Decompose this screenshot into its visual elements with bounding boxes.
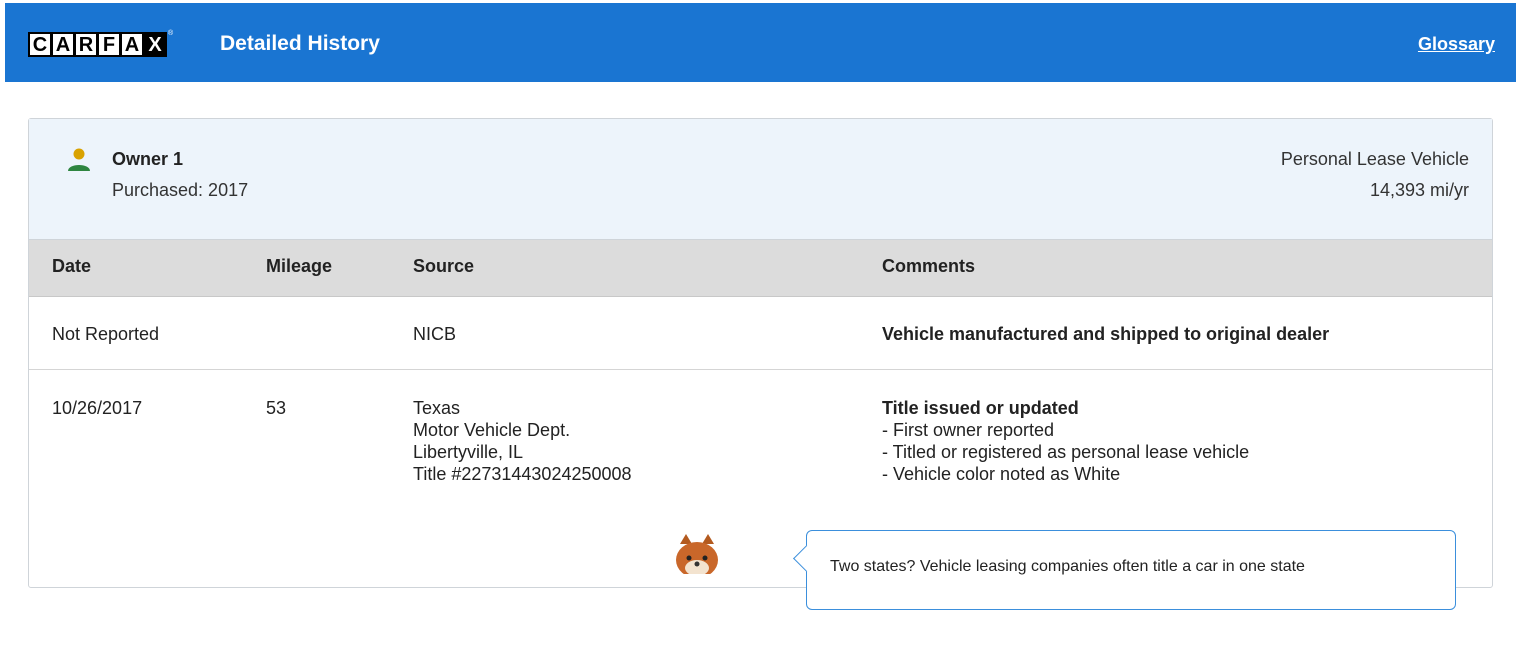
- source-line: Libertyville, IL: [413, 442, 524, 462]
- column-header-source: Source: [413, 256, 475, 276]
- glossary-link[interactable]: Glossary: [1418, 34, 1495, 55]
- column-header-comments: Comments: [882, 256, 976, 276]
- column-header-mileage: Mileage: [266, 256, 333, 276]
- history-card: Owner 1 Purchased: 2017 Personal Lease V…: [28, 118, 1493, 588]
- carfax-logo: C A R F A X ®: [28, 30, 174, 57]
- source-line: Texas: [413, 398, 461, 418]
- source-line: Motor Vehicle Dept.: [413, 420, 571, 440]
- row-date: 10/26/2017: [52, 398, 143, 418]
- logo-letter-c: C: [28, 32, 52, 57]
- source-line: Title #22731443024250008: [413, 464, 632, 484]
- logo-letter-a2: A: [120, 32, 144, 57]
- table-header: Date Mileage Source Comments: [29, 240, 1492, 297]
- fox-mascot: [676, 534, 718, 574]
- header-bar: C A R F A X ® Detailed History Glossary: [5, 3, 1516, 82]
- person-icon: [68, 148, 90, 171]
- comment-item: - Vehicle color noted as White: [882, 464, 1121, 484]
- table-row: 10/26/2017 53 Texas Motor Vehicle Dept. …: [29, 370, 1492, 670]
- owner-type: Personal Lease Vehicle: [1280, 149, 1469, 169]
- registered-mark: ®: [168, 30, 174, 37]
- owner-summary: Owner 1 Purchased: 2017 Personal Lease V…: [29, 119, 1492, 240]
- row-comments: Title issued or updated - First owner re…: [882, 397, 1249, 485]
- logo-letter-a: A: [51, 32, 75, 57]
- owner-mileage-per-year: 14,393 mi/yr: [1369, 180, 1469, 200]
- owner-purchased: Purchased: 2017: [112, 180, 249, 200]
- row-comment-title: Title issued or updated: [882, 398, 1079, 418]
- comment-item: - First owner reported: [882, 420, 1055, 440]
- tip-text: Two states? Vehicle leasing companies of…: [830, 558, 1305, 575]
- column-header-date: Date: [52, 256, 92, 276]
- row-comment-title: Vehicle manufactured and shipped to orig…: [882, 324, 1330, 344]
- comment-item: - Titled or registered as personal lease…: [882, 442, 1250, 462]
- row-source: NICB: [413, 324, 457, 344]
- tip-bubble: Two states? Vehicle leasing companies of…: [793, 530, 1456, 610]
- page-title: Detailed History: [220, 32, 380, 55]
- row-date: Not Reported: [52, 324, 160, 344]
- row-mileage: 53: [266, 398, 287, 418]
- table-row: Not Reported NICB Vehicle manufactured a…: [29, 297, 1492, 370]
- logo-letter-x: X: [143, 32, 167, 57]
- owner-name: Owner 1: [112, 149, 184, 169]
- logo-letter-r: R: [74, 32, 98, 57]
- row-source: Texas Motor Vehicle Dept. Libertyville, …: [413, 397, 632, 485]
- logo-letter-f: F: [97, 32, 121, 57]
